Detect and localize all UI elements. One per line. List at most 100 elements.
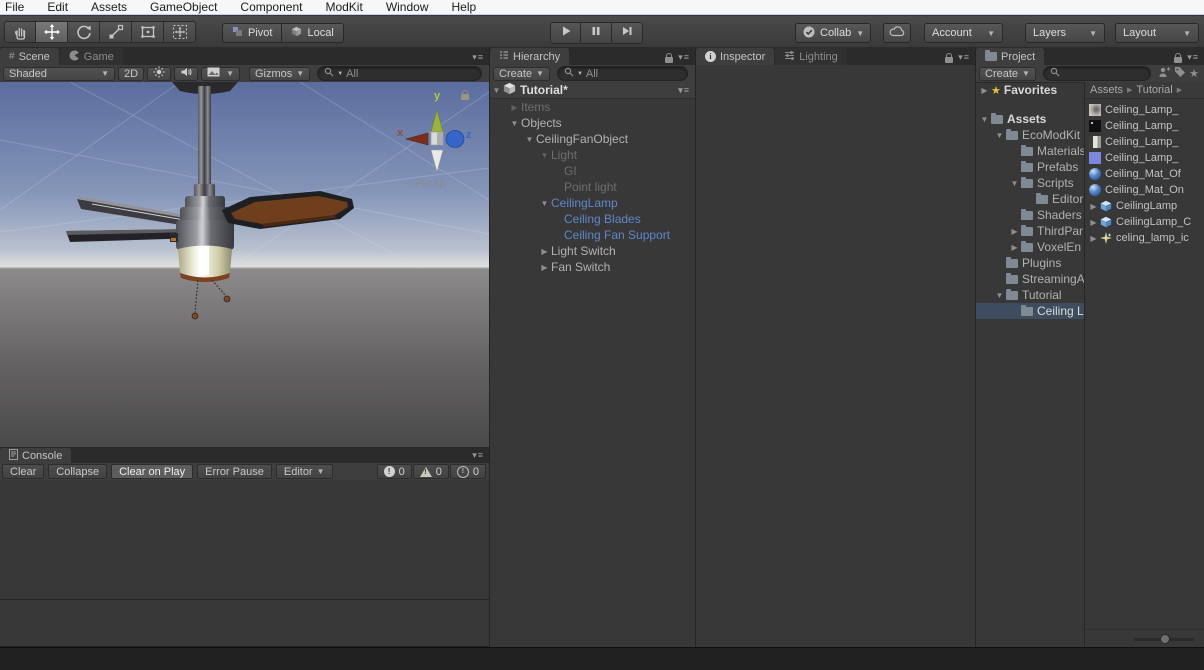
scene-search-input[interactable]: ▼ All	[317, 66, 482, 81]
hierarchy-create-dropdown[interactable]: Create ▼	[493, 67, 550, 81]
breadcrumb-tutorial[interactable]: Tutorial	[1136, 84, 1172, 96]
folder-row-shaders[interactable]: Shaders	[976, 207, 1084, 223]
hierarchy-search-input[interactable]: ▼ All	[557, 66, 688, 81]
clear-on-play-button[interactable]: Clear on Play	[111, 464, 193, 479]
scene-header-row[interactable]: ▼ Tutorial* ▾≡	[490, 82, 695, 99]
error-pause-button[interactable]: Error Pause	[197, 464, 272, 479]
collapse-arrow-icon[interactable]: ▶	[1008, 243, 1021, 252]
tab-lighting[interactable]: Lighting	[775, 48, 847, 65]
hierarchy-item-light[interactable]: ▼Light	[490, 147, 695, 163]
scale-tool-button[interactable]	[100, 21, 132, 43]
gizmo-x-axis[interactable]: x	[397, 127, 403, 139]
expand-arrow-icon[interactable]: ▼	[1008, 179, 1021, 188]
search-by-type-icon[interactable]	[1158, 66, 1171, 81]
collab-dropdown[interactable]: Collab ▼	[795, 23, 871, 43]
collapse-arrow-icon[interactable]: ▶	[538, 263, 551, 272]
expand-arrow-icon[interactable]: ▼	[490, 86, 503, 95]
account-dropdown[interactable]: Account ▼	[924, 23, 1003, 43]
expand-arrow-icon[interactable]: ▼	[993, 291, 1006, 300]
cloud-button[interactable]	[883, 23, 911, 43]
error-count-toggle[interactable]: ! 0	[377, 464, 412, 479]
console-log-list[interactable]	[0, 480, 489, 600]
hierarchy-item-light-switch[interactable]: ▶Light Switch	[490, 243, 695, 259]
folder-row-ecomodkit[interactable]: ▼EcoModKit	[976, 127, 1084, 143]
folder-row-voxelengine[interactable]: ▶VoxelEn	[976, 239, 1084, 255]
menu-gameobject[interactable]: GameObject	[150, 0, 217, 14]
asset-row-texture-4[interactable]: Ceiling_Lamp_	[1085, 150, 1204, 166]
play-button[interactable]	[550, 22, 581, 44]
folder-row-streamingassets[interactable]: StreamingA	[976, 271, 1084, 287]
expand-arrow-icon[interactable]: ▼	[538, 199, 551, 208]
collapse-arrow-icon[interactable]: ▶	[538, 247, 551, 256]
slider-track[interactable]	[1134, 638, 1194, 641]
hand-tool-button[interactable]	[4, 21, 36, 43]
editor-dropdown[interactable]: Editor ▼	[276, 464, 333, 479]
gizmo-z-axis[interactable]: z	[466, 129, 472, 141]
audio-toggle-button[interactable]	[174, 67, 198, 81]
collapse-arrow-icon[interactable]: ▶	[1089, 234, 1098, 243]
tab-menu-icon[interactable]: ▾≡	[472, 450, 484, 461]
hierarchy-item-ceilinglamp[interactable]: ▼CeilingLamp	[490, 195, 695, 211]
collapse-arrow-icon[interactable]: ▶	[978, 86, 991, 95]
tab-menu-icon[interactable]: ▾≡	[1187, 52, 1199, 63]
asset-row-material-off[interactable]: Ceiling_Mat_Of	[1085, 166, 1204, 182]
warning-count-toggle[interactable]: ! 0	[413, 464, 449, 479]
clear-button[interactable]: Clear	[2, 464, 44, 479]
message-count-toggle[interactable]: ! 0	[450, 464, 486, 479]
menu-assets[interactable]: Assets	[91, 0, 127, 14]
hierarchy-item-gi[interactable]: GI	[490, 163, 695, 179]
gizmos-dropdown[interactable]: Gizmos ▼	[249, 67, 310, 81]
pause-button[interactable]	[581, 22, 612, 44]
2d-toggle-button[interactable]: 2D	[118, 67, 144, 81]
viewport-lock-icon[interactable]	[461, 94, 469, 100]
folder-row-tutorial[interactable]: ▼Tutorial	[976, 287, 1084, 303]
asset-row-prefab-ceilinglamp[interactable]: ▶CeilingLamp	[1085, 198, 1204, 214]
hierarchy-item-ceiling-fan-support[interactable]: Ceiling Fan Support	[490, 227, 695, 243]
project-create-dropdown[interactable]: Create ▼	[979, 67, 1036, 81]
expand-arrow-icon[interactable]: ▼	[993, 131, 1006, 140]
lock-icon[interactable]	[1174, 57, 1182, 63]
folder-row-editor[interactable]: Editor	[976, 191, 1084, 207]
collapse-arrow-icon[interactable]: ▶	[1089, 218, 1098, 227]
layers-dropdown[interactable]: Layers ▼	[1025, 23, 1105, 43]
local-toggle-button[interactable]: Local	[282, 23, 343, 43]
lighting-toggle-button[interactable]	[147, 67, 171, 81]
collapse-button[interactable]: Collapse	[48, 464, 107, 479]
expand-arrow-icon[interactable]: ▼	[523, 135, 536, 144]
tab-hierarchy[interactable]: Hierarchy	[490, 48, 569, 65]
hierarchy-item-items[interactable]: ▶Items	[490, 99, 695, 115]
menu-file[interactable]: File	[5, 0, 24, 14]
hierarchy-item-ceilingfanobject[interactable]: ▼CeilingFanObject	[490, 131, 695, 147]
tab-game[interactable]: Game	[60, 48, 123, 65]
transform-tool-button[interactable]	[164, 21, 196, 43]
hierarchy-item-ceiling-blades[interactable]: Ceiling Blades	[490, 211, 695, 227]
gizmo-y-axis[interactable]: y	[434, 90, 440, 102]
favorites-filter-icon[interactable]: ★	[1189, 67, 1199, 80]
step-button[interactable]	[612, 22, 643, 44]
lock-icon[interactable]	[945, 57, 953, 63]
expand-arrow-icon[interactable]: ▼	[508, 119, 521, 128]
asset-row-texture-3[interactable]: Ceiling_Lamp_	[1085, 134, 1204, 150]
slider-knob[interactable]	[1160, 634, 1170, 644]
tab-console[interactable]: Console	[0, 448, 71, 463]
hierarchy-item-objects[interactable]: ▼Objects	[490, 115, 695, 131]
menu-component[interactable]: Component	[240, 0, 302, 14]
layout-dropdown[interactable]: Layout ▼	[1115, 23, 1199, 43]
folder-row-thirdparty[interactable]: ▶ThirdPar	[976, 223, 1084, 239]
tab-inspector[interactable]: i Inspector	[696, 48, 774, 65]
move-tool-button[interactable]	[36, 21, 68, 43]
persp-toggle[interactable]: ◅ Persp	[403, 176, 446, 190]
tab-menu-icon[interactable]: ▾≡	[958, 52, 970, 63]
rotate-tool-button[interactable]	[68, 21, 100, 43]
lock-icon[interactable]	[665, 57, 673, 63]
menu-help[interactable]: Help	[452, 0, 477, 14]
asset-row-prefab-ceilinglamp-c[interactable]: ▶CeilingLamp_C	[1085, 214, 1204, 230]
shaded-dropdown[interactable]: Shaded ▼	[3, 67, 115, 81]
collapse-arrow-icon[interactable]: ▶	[508, 103, 521, 112]
search-by-label-icon[interactable]	[1174, 66, 1186, 81]
hierarchy-item-point-light[interactable]: Point light	[490, 179, 695, 195]
project-search-input[interactable]	[1043, 66, 1151, 81]
folder-row-ceiling-lamp-selected[interactable]: Ceiling L	[976, 303, 1084, 319]
asset-row-lamp-icon[interactable]: ▶celing_lamp_ic	[1085, 230, 1204, 246]
expand-arrow-icon[interactable]: ▼	[978, 115, 991, 124]
